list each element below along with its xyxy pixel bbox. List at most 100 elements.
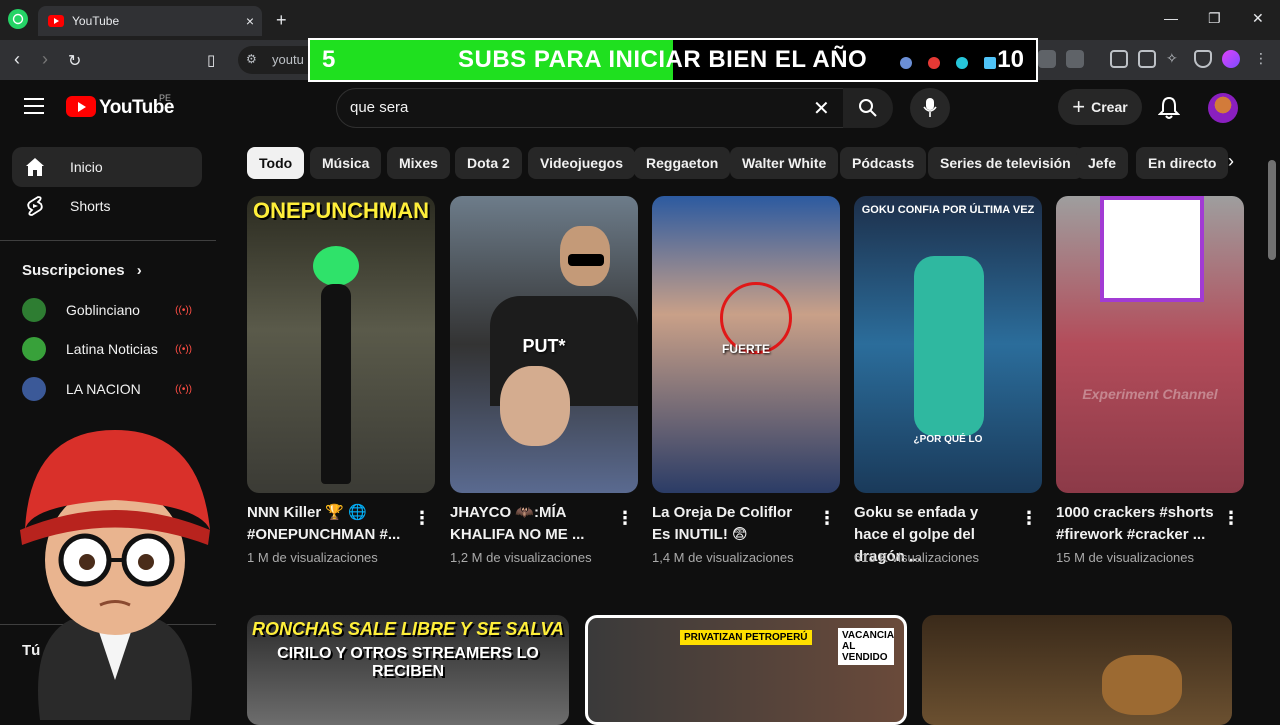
channel-name: Latina Noticias [66,341,158,357]
spark-icon[interactable]: ✧ [1166,50,1184,68]
short-card[interactable]: GOKU CONFIA POR ÚLTIMA VEZ ¿POR QUÉ LO G… [854,196,1042,565]
chip-series-de-television[interactable]: Series de televisión [928,147,1083,179]
short-card[interactable]: PUT* JHAYCO 🦇:MÍA KHALIFA NO ME ... ⋮ 1,… [450,196,638,565]
more-options-icon[interactable]: ⋮ [1222,508,1240,529]
streamer-avatar-overlay [20,430,210,720]
extension-box-icon[interactable] [1066,50,1084,68]
subscriptions-heading[interactable]: Suscripciones › [22,262,142,279]
channel-avatar [22,298,46,322]
menu-icon[interactable]: ⋮ [1252,50,1270,68]
short-views: 15 M de visualizaciones [1056,550,1195,565]
url-text[interactable]: youtu [272,52,304,67]
forward-icon[interactable]: › [42,49,48,70]
clear-search-icon[interactable]: ✕ [813,96,830,121]
video-thumbnail[interactable]: PRIVATIZAN PETROPERÚ VACANCIA AL VENDIDO [585,615,907,725]
short-card[interactable]: ONEPUNCHMAN NNN Killer 🏆 🌐 #ONEPUNCHMAN … [247,196,435,565]
short-thumbnail[interactable]: Experiment Channel [1056,196,1244,493]
youtube-logo-icon[interactable] [66,96,96,117]
chip-todo[interactable]: Todo [247,147,305,179]
voice-search-button[interactable] [910,88,950,128]
profile-extension-icon[interactable] [1222,50,1240,68]
tab-title: YouTube [72,14,120,28]
live-indicator-icon: ((•)) [175,383,192,395]
search-input[interactable]: que sera [350,99,408,116]
thumbnail-subtext: VACANCIA AL VENDIDO [838,628,894,665]
goal-current-count: 5 [322,46,336,73]
browser-tab-youtube[interactable]: YouTube × [38,6,262,36]
short-title[interactable]: 1000 crackers #shorts #firework #cracker… [1056,502,1214,546]
chip-reggaeton[interactable]: Reggaeton [634,147,731,179]
microphone-icon [923,98,937,117]
notifications-bell-icon[interactable] [1158,96,1180,120]
chip-walter-white[interactable]: Walter White [730,147,839,179]
plus-icon: + [1072,94,1086,119]
more-options-icon[interactable]: ⋮ [616,508,634,529]
whatsapp-icon[interactable] [8,9,28,29]
subscription-latina-noticias[interactable]: Latina Noticias ((•)) [22,331,202,367]
chip-mixes[interactable]: Mixes [387,147,450,179]
short-title[interactable]: La Oreja De Coliflor Es INUTIL! 😨 [652,502,810,546]
sidebar-item-home[interactable]: Inicio [12,147,202,187]
subscription-goblinciano[interactable]: Goblinciano ((•)) [22,292,202,328]
thumbnail-text: GOKU CONFIA POR ÚLTIMA VEZ [861,204,1035,216]
live-indicator-icon: ((•)) [175,304,192,316]
chip-dota-2[interactable]: Dota 2 [455,147,522,179]
chip-podcasts[interactable]: Pódcasts [840,147,927,179]
video-thumbnail[interactable] [922,615,1232,725]
chip-jefe[interactable]: Jefe [1076,147,1129,179]
short-title[interactable]: JHAYCO 🦇:MÍA KHALIFA NO ME ... [450,502,608,546]
chips-next-icon[interactable]: › [1228,151,1234,172]
chip-videojuegos[interactable]: Videojuegos [528,147,635,179]
short-thumbnail[interactable]: GOKU CONFIA POR ÚLTIMA VEZ ¿POR QUÉ LO [854,196,1042,493]
short-card[interactable]: FUERTE La Oreja De Coliflor Es INUTIL! 😨… [652,196,840,565]
extension-puzzle-icon[interactable] [1038,50,1056,68]
video-thumbnail[interactable]: RONCHAS SALE LIBRE Y SE SALVA CIRILO Y O… [247,615,569,725]
browser-tab-bar: YouTube × + — ❐ ✕ [0,0,1280,40]
bookmark-icon[interactable]: ▯ [207,51,215,69]
sidebar-toggle-icon[interactable] [1110,50,1128,68]
short-card[interactable]: Experiment Channel 1000 crackers #shorts… [1056,196,1244,565]
shorts-icon [27,196,43,216]
short-views: 1 M de visualizaciones [247,550,378,565]
short-thumbnail[interactable]: PUT* [450,196,638,493]
more-options-icon[interactable]: ⋮ [1020,508,1038,529]
thumbnail-subtext: ¿POR QUÉ LO [913,434,983,445]
goal-icon-2 [928,57,940,69]
wallet-icon[interactable] [1138,50,1156,68]
goal-icon-4 [984,57,996,69]
sunglasses [568,254,604,266]
more-options-icon[interactable]: ⋮ [818,508,836,529]
back-icon[interactable]: ‹ [14,49,20,70]
new-tab-button[interactable]: + [276,10,287,31]
account-avatar[interactable] [1208,93,1238,123]
guide-menu-icon[interactable] [24,98,44,114]
thumbnail-text: PUT* [522,336,566,356]
create-button[interactable]: + Crear [1058,89,1142,125]
short-views: 1,2 M de visualizaciones [450,550,592,565]
page-scrollbar[interactable] [1268,160,1276,260]
person-2-head [500,366,570,446]
goal-target-count: 10 [997,46,1024,73]
reload-icon[interactable]: ↻ [68,51,81,71]
subscription-la-nacion[interactable]: LA NACION ((•)) [22,371,202,407]
thumbnail-text: ONEPUNCHMAN [253,198,429,223]
short-title[interactable]: NNN Killer 🏆 🌐 #ONEPUNCHMAN #... [247,502,405,546]
more-options-icon[interactable]: ⋮ [413,508,431,529]
character-figure [321,284,351,484]
channel-name: Goblinciano [66,302,140,318]
site-info-icon[interactable]: ⚙ [246,52,257,66]
search-input-box[interactable] [336,88,844,128]
tab-close-icon[interactable]: × [246,13,254,29]
short-thumbnail[interactable]: ONEPUNCHMAN [247,196,435,493]
close-window-button[interactable]: ✕ [1252,10,1264,27]
chip-en-directo[interactable]: En directo [1136,147,1229,179]
chip-musica[interactable]: Música [310,147,382,179]
shield-icon[interactable] [1194,50,1212,68]
short-thumbnail[interactable]: FUERTE [652,196,840,493]
search-button[interactable] [843,88,893,128]
subscriber-goal-banner: 5 SUBS PARA INICIAR BIEN EL AÑO 10 [308,38,1038,82]
sidebar-item-shorts[interactable]: Shorts [12,186,202,226]
minimize-button[interactable]: — [1164,10,1178,26]
maximize-button[interactable]: ❐ [1208,10,1221,27]
chevron-right-icon: › [136,262,142,279]
